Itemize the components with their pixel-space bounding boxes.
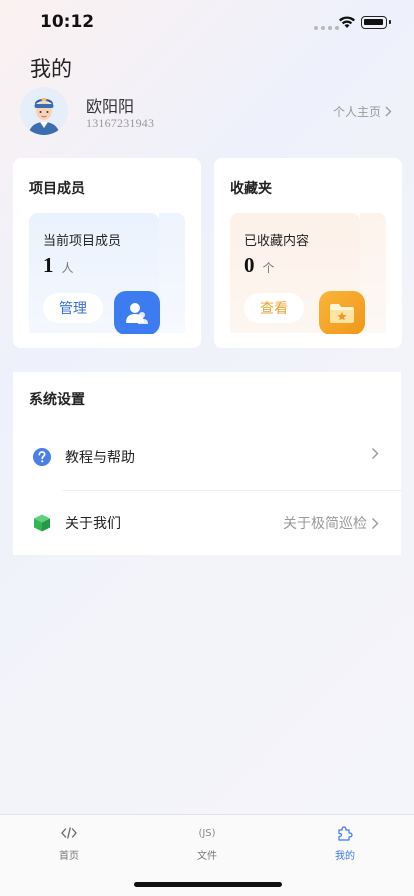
card-bottom <box>13 334 201 348</box>
folder-star-icon <box>319 291 365 335</box>
chevron-right-icon <box>385 106 392 117</box>
settings-item-about-us[interactable]: 关于我们 关于极简巡检 <box>13 498 401 548</box>
manage-button[interactable]: 管理 <box>43 293 103 323</box>
chevron-right-icon <box>372 448 379 459</box>
tab-label: 文件 <box>197 851 217 862</box>
favorites-count-value: 0 <box>244 253 255 277</box>
project-members-card: 项目成员 当前项目成员 1 人 管理 <box>13 158 201 348</box>
card-bottom <box>214 334 402 348</box>
user-name: 欧阳阳 <box>86 97 135 116</box>
settings-item-tutorial-help[interactable]: 教程与帮助 <box>13 432 401 482</box>
member-count: 1 人 <box>43 253 74 278</box>
settings-item-label: 教程与帮助 <box>65 450 135 466</box>
cube-icon <box>34 514 50 532</box>
settings-item-trailing: 关于极简巡检 <box>283 513 379 533</box>
divider <box>63 490 401 491</box>
personal-home-label: 个人主页 <box>333 105 382 119</box>
wifi-icon <box>339 16 355 28</box>
avatar[interactable] <box>20 87 68 135</box>
project-members-title: 项目成员 <box>29 181 85 197</box>
page-title: 我的 <box>30 57 72 81</box>
status-time: 10:12 <box>40 12 95 32</box>
status-bar: 10:12 <box>0 0 414 46</box>
code-icon <box>61 825 77 841</box>
tab-files[interactable]: (JS) 文件 <box>138 815 276 865</box>
home-indicator <box>134 882 282 887</box>
cellular-signal-icon <box>314 26 339 30</box>
js-icon: (JS) <box>198 827 216 839</box>
chevron-right-icon <box>372 517 379 529</box>
member-count-unit: 人 <box>61 261 74 275</box>
favorites-card: 收藏夹 已收藏内容 0 个 查看 <box>214 158 402 348</box>
settings-item-trailing <box>367 447 379 460</box>
tab-label: 我的 <box>335 851 355 862</box>
battery-icon <box>361 16 391 29</box>
favorites-count-unit: 个 <box>262 261 275 275</box>
system-settings-section: 系统设置 教程与帮助 关于我们 关于极简巡检 <box>13 372 401 555</box>
members-icon <box>114 291 160 335</box>
tab-label: 首页 <box>59 851 79 862</box>
system-settings-title: 系统设置 <box>29 392 85 408</box>
tab-mine[interactable]: 我的 <box>276 815 414 865</box>
worker-avatar-icon <box>20 87 68 135</box>
user-phone: 13167231943 <box>86 116 155 130</box>
settings-item-value: 关于极简巡检 <box>283 516 367 532</box>
favorites-content-label: 已收藏内容 <box>244 234 310 249</box>
personal-home-link[interactable]: 个人主页 <box>333 103 392 120</box>
view-button[interactable]: 查看 <box>244 293 304 323</box>
puzzle-icon <box>337 825 353 841</box>
question-icon <box>33 448 51 466</box>
panel-tab-decoration <box>159 213 185 333</box>
favorites-title: 收藏夹 <box>230 181 272 197</box>
settings-item-label: 关于我们 <box>65 516 121 532</box>
member-count-value: 1 <box>43 253 54 277</box>
favorites-count: 0 个 <box>244 253 275 278</box>
tab-home[interactable]: 首页 <box>0 815 138 865</box>
current-members-label: 当前项目成员 <box>43 234 122 249</box>
